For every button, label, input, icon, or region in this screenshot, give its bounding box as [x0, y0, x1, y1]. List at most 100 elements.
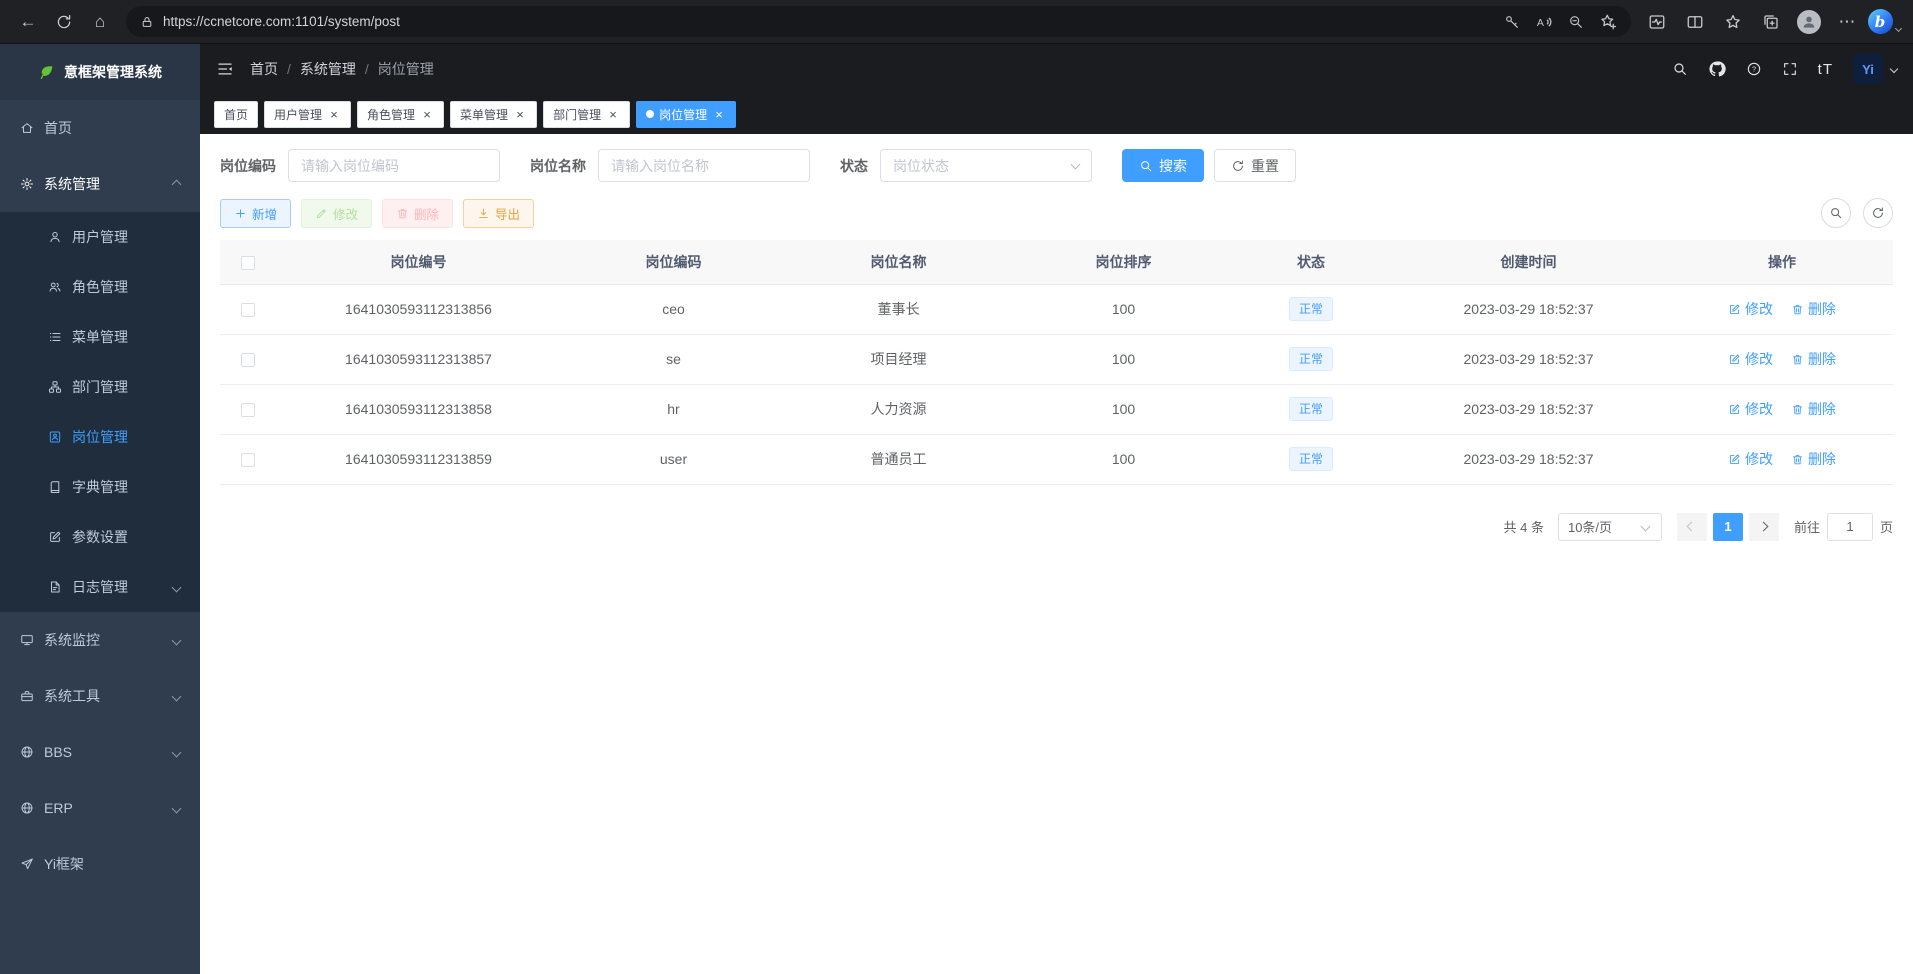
row-checkbox[interactable] [241, 403, 255, 417]
sidebar-item-yi-framework[interactable]: Yi框架 [0, 836, 200, 892]
add-favorite-icon[interactable] [1599, 13, 1617, 31]
row-delete-button[interactable]: 删除 [1791, 349, 1836, 369]
profile-avatar [1797, 10, 1821, 34]
close-icon[interactable]: × [712, 107, 726, 121]
sidebar-item-system-tools[interactable]: 系统工具 [0, 668, 200, 724]
post-code-input[interactable] [288, 149, 500, 182]
sidebar-item-role-mgmt[interactable]: 角色管理 [0, 262, 200, 312]
browser-back-button[interactable]: ← [10, 6, 46, 38]
pagination-goto-input[interactable] [1827, 513, 1873, 541]
edit-button[interactable]: 修改 [301, 199, 372, 228]
row-checkbox[interactable] [241, 303, 255, 317]
sidebar-item-menu-mgmt[interactable]: 菜单管理 [0, 312, 200, 362]
export-button[interactable]: 导出 [463, 199, 534, 228]
page-size-value[interactable] [1558, 513, 1662, 541]
split-screen-button[interactable] [1677, 6, 1713, 38]
sidebar-toggle-button[interactable] [216, 60, 234, 78]
post-name-input[interactable] [598, 149, 810, 182]
collections-button[interactable] [1753, 6, 1789, 38]
row-edit-button[interactable]: 修改 [1728, 299, 1773, 319]
chevron-down-icon[interactable] [1890, 65, 1898, 73]
pagination-prev-button[interactable] [1677, 513, 1707, 541]
tab-role-mgmt[interactable]: 角色管理 × [357, 101, 444, 128]
tab-menu-mgmt[interactable]: 菜单管理 × [450, 101, 537, 128]
github-button[interactable] [1708, 60, 1726, 78]
browser-refresh-button[interactable] [46, 6, 82, 38]
breadcrumb-home[interactable]: 首页 [250, 59, 278, 79]
sidebar-item-label: 系统监控 [44, 630, 100, 650]
read-aloud-icon[interactable] [1535, 13, 1553, 31]
close-icon[interactable]: × [420, 107, 434, 121]
close-icon[interactable]: × [606, 107, 620, 121]
close-icon[interactable]: × [327, 107, 341, 121]
browser-essentials-button[interactable] [1639, 6, 1675, 38]
pagination-page-1[interactable]: 1 [1713, 513, 1743, 541]
delete-button[interactable]: 删除 [382, 199, 453, 228]
search-button[interactable]: 搜索 [1122, 149, 1204, 182]
cell-post-name: 董事长 [786, 284, 1011, 334]
sidebar-item-bbs[interactable]: BBS [0, 724, 200, 780]
trash-icon [1791, 403, 1804, 416]
sidebar-item-system-monitor[interactable]: 系统监控 [0, 612, 200, 668]
status-select-input[interactable] [880, 149, 1092, 182]
tab-dept-mgmt[interactable]: 部门管理 × [543, 101, 630, 128]
sidebar-item-dict-mgmt[interactable]: 字典管理 [0, 462, 200, 512]
help-button[interactable] [1746, 61, 1762, 77]
refresh-table-button[interactable] [1863, 198, 1893, 228]
status-select[interactable] [880, 149, 1092, 182]
row-delete-button[interactable]: 删除 [1791, 399, 1836, 419]
tab-user-mgmt[interactable]: 用户管理 × [264, 101, 351, 128]
row-checkbox[interactable] [241, 453, 255, 467]
cell-post-name: 人力资源 [786, 384, 1011, 434]
browser-toolbar-right: ⋯ b [1639, 6, 1903, 38]
breadcrumb-system[interactable]: 系统管理 [300, 59, 356, 79]
sidebar-item-post-mgmt[interactable]: 岗位管理 [0, 412, 200, 462]
row-edit-button[interactable]: 修改 [1728, 449, 1773, 469]
row-select-cell [220, 434, 276, 484]
browser-menu-button[interactable]: ⋯ [1829, 6, 1865, 38]
sidebar-item-system-mgmt[interactable]: 系统管理 [0, 156, 200, 212]
table-row: 1641030593112313858 hr 人力资源 100 正常 2023-… [220, 384, 1893, 434]
tab-post-mgmt[interactable]: 岗位管理 × [636, 101, 736, 128]
copilot-button[interactable]: b [1867, 6, 1903, 38]
add-button[interactable]: 新增 [220, 199, 291, 228]
row-delete-button[interactable]: 删除 [1791, 299, 1836, 319]
url-text[interactable]: https://ccnetcore.com:1101/system/post [163, 14, 400, 29]
sidebar-item-user-mgmt[interactable]: 用户管理 [0, 212, 200, 262]
chevron-down-icon [172, 747, 182, 757]
sidebar-item-erp[interactable]: ERP [0, 780, 200, 836]
tab-home[interactable]: 首页 [214, 101, 258, 128]
header-search-button[interactable] [1672, 61, 1688, 77]
address-bar[interactable]: https://ccnetcore.com:1101/system/post [126, 6, 1631, 37]
user-avatar[interactable]: Yi [1853, 54, 1883, 84]
close-icon[interactable]: × [513, 107, 527, 121]
sidebar: 意框架管理系统 首页 系统管理 用户管理 角色管理 菜单管理 [0, 44, 200, 974]
row-select-cell [220, 284, 276, 334]
page-size-select[interactable] [1558, 513, 1662, 541]
row-checkbox[interactable] [241, 353, 255, 367]
sidebar-item-label: ERP [44, 800, 73, 816]
password-key-icon[interactable] [1504, 14, 1520, 30]
edit-button-label: 修改 [333, 204, 358, 223]
app-logo[interactable]: 意框架管理系统 [0, 44, 200, 100]
toggle-search-button[interactable] [1821, 198, 1851, 228]
row-edit-button[interactable]: 修改 [1728, 349, 1773, 369]
browser-home-button[interactable]: ⌂ [82, 6, 118, 38]
font-size-button[interactable]: tT [1818, 61, 1833, 78]
browser-profile-button[interactable] [1791, 6, 1827, 38]
reset-button[interactable]: 重置 [1214, 149, 1296, 182]
zoom-icon[interactable] [1568, 14, 1584, 30]
row-edit-button[interactable]: 修改 [1728, 399, 1773, 419]
sidebar-item-log-mgmt[interactable]: 日志管理 [0, 562, 200, 612]
cell-post-name: 项目经理 [786, 334, 1011, 384]
row-delete-button[interactable]: 删除 [1791, 449, 1836, 469]
sidebar-item-param-settings[interactable]: 参数设置 [0, 512, 200, 562]
sidebar-item-dept-mgmt[interactable]: 部门管理 [0, 362, 200, 412]
fullscreen-button[interactable] [1782, 61, 1798, 77]
pagination-next-button[interactable] [1749, 513, 1779, 541]
favorites-button[interactable] [1715, 6, 1751, 38]
posts-table: 岗位编号 岗位编码 岗位名称 岗位排序 状态 创建时间 操作 164103059… [220, 240, 1893, 485]
cell-post-code: ceo [561, 284, 786, 334]
sidebar-item-home[interactable]: 首页 [0, 100, 200, 156]
select-all-checkbox[interactable] [241, 256, 255, 270]
